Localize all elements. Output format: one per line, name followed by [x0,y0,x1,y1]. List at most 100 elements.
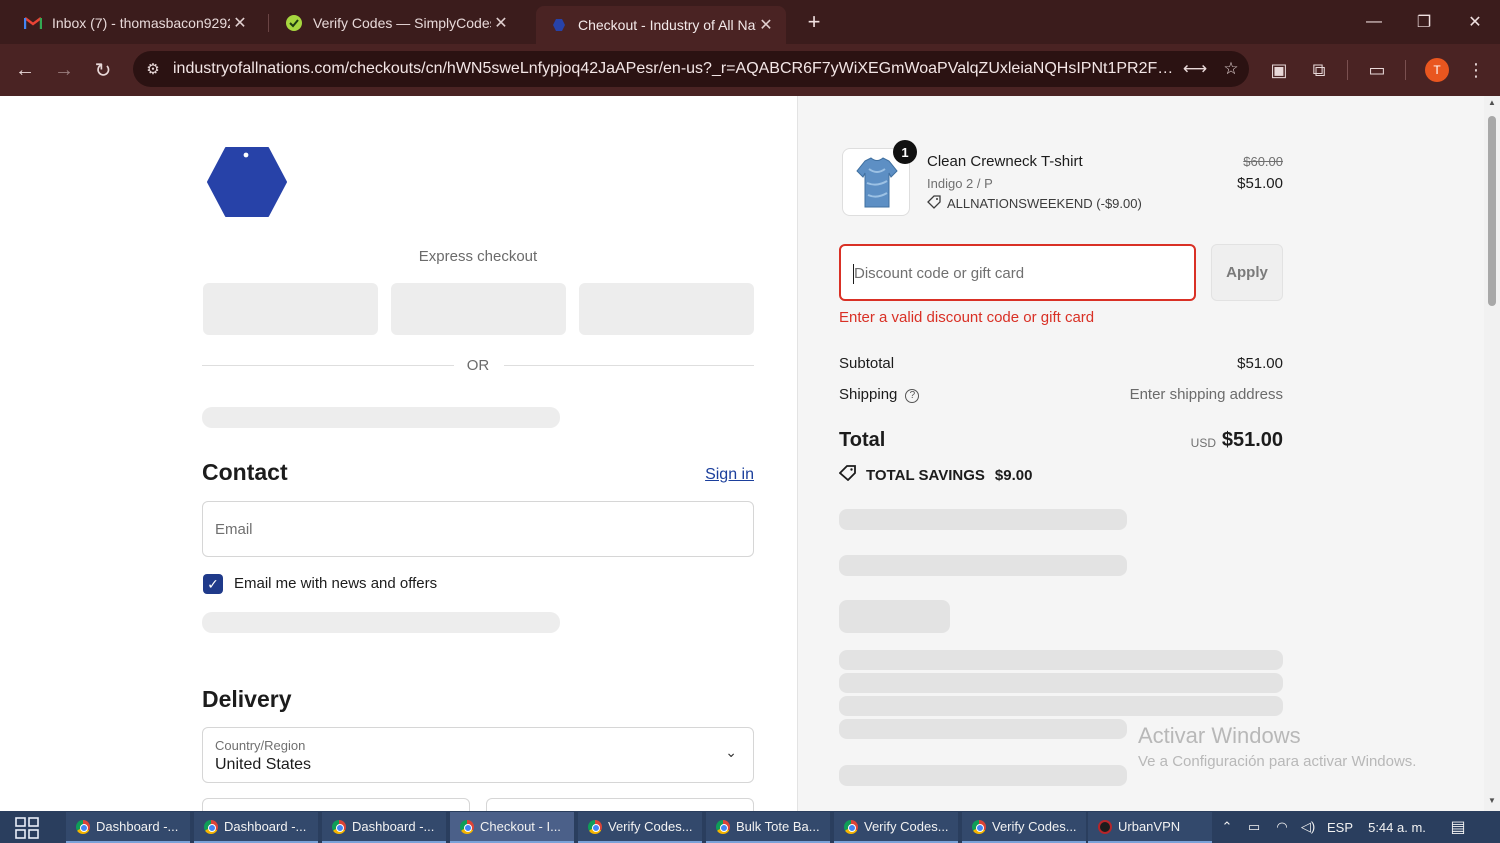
chrome-icon [716,819,730,834]
subtotal-label: Subtotal [839,355,895,372]
discount-code-text: ALLNATIONSWEEKEND (-$9.00) [947,196,1142,211]
apply-button[interactable]: Apply [1211,244,1283,301]
loading-placeholder [839,600,950,633]
taskbar-item[interactable]: Verify Codes... [578,812,702,843]
battery-icon[interactable]: ▭ [1242,811,1266,843]
urbanvpn-icon [1098,819,1112,834]
total-value: $51.00 [1221,429,1283,451]
taskbar-item[interactable]: Dashboard -... [322,812,446,843]
sign-in-link[interactable]: Sign in [700,466,754,484]
express-pay-button-placeholder[interactable] [579,283,754,335]
store-icon [550,16,568,34]
extensions-icon[interactable]: ⧉ [1305,56,1333,84]
taskbar-item[interactable]: UrbanVPN [1088,812,1212,843]
bookmark-star-icon[interactable]: ☆ [1213,59,1249,79]
divider [202,365,454,366]
windows-activation-subtitle: Ve a Configuración para activar Windows. [1138,753,1417,770]
minimize-icon[interactable]: — [1349,0,1399,44]
taskbar-item[interactable]: Verify Codes... [834,812,958,843]
loading-placeholder [839,673,1283,693]
clock[interactable]: 5:44 a. m. [1362,811,1432,843]
address-bar[interactable]: ⚙ industryofallnations.com/checkouts/cn/… [133,51,1249,87]
loading-placeholder [839,765,1127,786]
discount-placeholder: Discount code or gift card [854,265,1025,282]
divider [504,365,754,366]
taskbar-item[interactable]: Verify Codes... [962,812,1086,843]
shipping-label: Shipping [839,386,898,403]
simplycodes-icon [285,14,303,32]
gmail-icon [24,14,42,32]
loading-placeholder [839,719,1127,739]
forward-icon[interactable]: → [50,56,78,84]
total-label: Total [839,429,886,451]
taskbar-item[interactable]: Bulk Tote Ba... [706,812,830,843]
email-field[interactable]: Email [202,501,754,557]
browser-tab-strip: Inbox (7) - thomasbacon9292@ ✕ Verify Co… [0,0,1500,44]
newsletter-checkbox[interactable]: ✓ [203,574,223,594]
or-label: OR [466,357,490,374]
chrome-icon [844,819,858,834]
savings-value: $9.00 [994,467,1033,484]
express-pay-button-placeholder[interactable] [203,283,378,335]
tab-verify-codes[interactable]: Verify Codes — SimplyCodes ✕ [271,6,521,39]
discount-code-input[interactable]: Discount code or gift card [839,244,1196,301]
task-view-icon[interactable] [14,817,40,839]
first-name-field[interactable] [202,798,470,811]
new-tab-button[interactable]: + [802,8,826,36]
shipping-row: Shipping? [839,386,920,403]
windows-taskbar: Dashboard -... Dashboard -... Dashboard … [0,811,1500,843]
restore-icon[interactable]: ❐ [1399,0,1449,44]
contact-heading: Contact [202,459,288,485]
chrome-icon [972,819,986,834]
express-pay-button-placeholder[interactable] [391,283,566,335]
scroll-up-icon[interactable]: ▲ [1484,98,1500,107]
site-info-icon[interactable]: ⚙ [133,60,173,78]
loading-placeholder [202,612,560,633]
reading-mode-icon[interactable]: ▣ [1265,56,1293,84]
language-indicator[interactable]: ESP [1324,811,1356,843]
reload-icon[interactable]: ↻ [89,56,117,84]
product-name: Clean Crewneck T-shirt [927,153,1083,170]
back-icon[interactable]: ← [11,56,39,84]
newsletter-label: Email me with news and offers [234,575,438,592]
taskbar-item[interactable]: Dashboard -... [66,812,190,843]
scrollbar-thumb[interactable] [1488,116,1496,306]
subtotal-value: $51.00 [1237,355,1283,372]
express-checkout-label: Express checkout [418,248,538,265]
tab-checkout[interactable]: Checkout - Industry of All Natio ✕ [536,6,786,44]
taskbar-item[interactable]: Checkout - I... [450,812,574,843]
product-discount: ALLNATIONSWEEKEND (-$9.00) [927,195,1142,212]
close-icon[interactable]: ✕ [756,15,776,35]
total-savings: TOTAL SAVINGS $9.00 [838,465,1033,486]
wifi-icon[interactable]: ◠ [1270,811,1294,843]
menu-icon[interactable]: ⋮ [1462,56,1490,84]
chrome-icon [460,819,474,834]
scroll-down-icon[interactable]: ▼ [1484,796,1500,805]
page-scrollbar[interactable]: ▲ ▼ [1484,96,1500,811]
tab-title: Inbox (7) - thomasbacon9292@ [52,14,230,31]
loading-placeholder [839,650,1283,670]
side-panel-icon[interactable]: ▭ [1363,56,1391,84]
close-icon[interactable]: ✕ [230,13,250,33]
volume-icon[interactable]: ◁) [1296,811,1320,843]
tag-icon [927,195,941,212]
windows-activation-title: Activar Windows [1138,723,1301,748]
product-variant: Indigo 2 / P [927,176,993,191]
notifications-icon[interactable]: ▤ [1444,811,1472,843]
url-text[interactable]: industryofallnations.com/checkouts/cn/hW… [173,60,1177,78]
taskbar-item[interactable]: Dashboard -... [194,812,318,843]
country-select[interactable]: Country/Region United States ⌄ [202,727,754,783]
chevron-down-icon: ⌄ [725,744,737,760]
last-name-field[interactable] [486,798,754,811]
chevron-up-icon[interactable]: ⌃ [1216,811,1238,843]
tab-inbox[interactable]: Inbox (7) - thomasbacon9292@ ✕ [10,6,260,39]
discount-error-message: Enter a valid discount code or gift card [839,309,1095,326]
translate-icon[interactable]: ⟷ [1177,59,1213,79]
chrome-icon [204,819,218,834]
country-label: Country/Region [215,738,306,753]
profile-avatar[interactable]: T [1425,58,1449,82]
help-icon[interactable]: ? [905,389,920,403]
window-close-icon[interactable]: ✕ [1450,0,1500,44]
close-icon[interactable]: ✕ [491,13,511,33]
loading-placeholder [839,555,1127,576]
